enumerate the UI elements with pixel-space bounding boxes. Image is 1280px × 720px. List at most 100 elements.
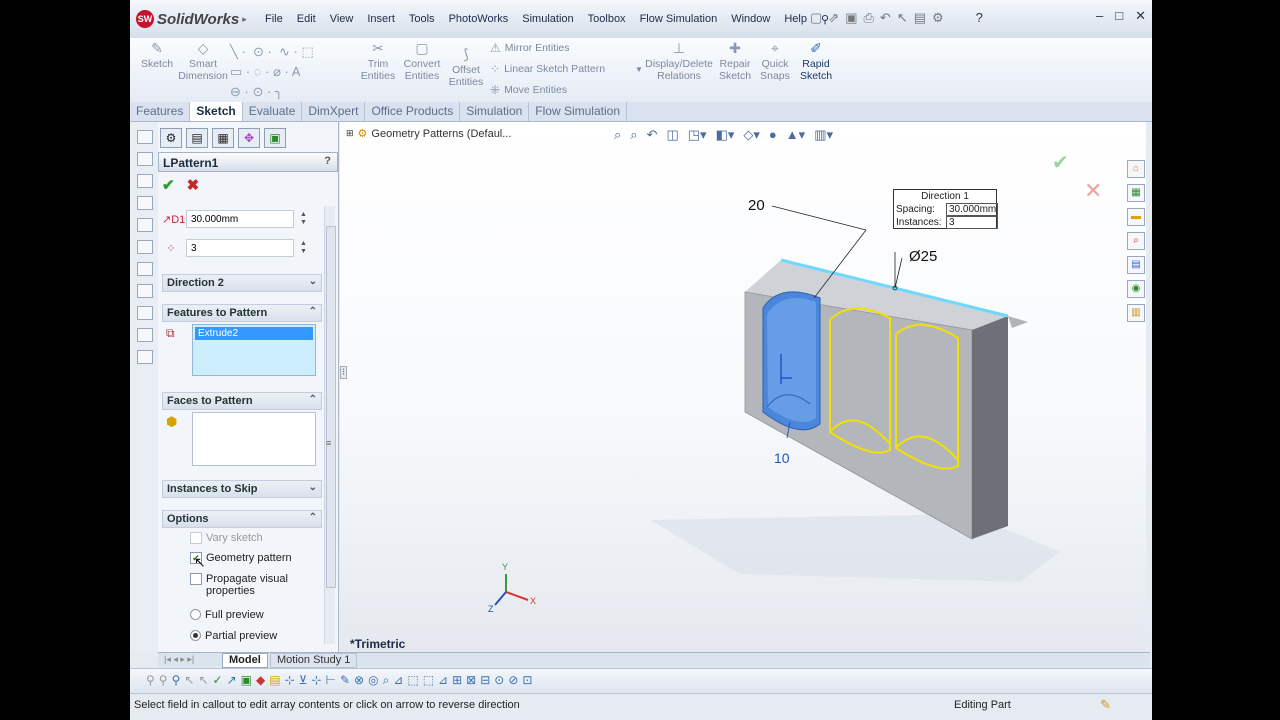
edit-filter-icon[interactable]: ⊡ [522,673,532,688]
tab-motion-study[interactable]: Motion Study 1 [270,653,358,668]
options-icon[interactable]: ⚙ [932,10,944,26]
search-icon[interactable]: ⌕ [1127,232,1145,250]
menu-window[interactable]: Window [724,13,777,26]
menu-flow-simulation[interactable]: Flow Simulation [633,13,725,26]
direction-arrow[interactable] [1008,316,1028,328]
select-filter-icon[interactable]: ⚲ [172,673,181,688]
design-library-icon[interactable]: ▦ [1127,184,1145,202]
sketch-entity-tools[interactable]: ╲ · ⊙ · ∿ · ⬚ ▭ · ◌ · ⌀ · A ⊖ · ⊙ · ╮ [230,42,350,99]
menu-photoworks[interactable]: PhotoWorks [442,13,516,26]
panel-collapse-handle-icon[interactable]: ⁝ [340,366,348,379]
close-icon[interactable]: ✕ [1135,8,1146,24]
convert-entities-button[interactable]: ▢ Convert Entities [400,40,444,82]
cancel-button[interactable]: ✖ [187,176,200,194]
configuration-manager-tab-icon[interactable]: ▦ [212,128,234,148]
instances-spinner[interactable]: ▲ ▼ [300,240,307,256]
options-header[interactable]: Options ⌃ [162,510,322,528]
help-button[interactable]: ? [324,155,331,167]
fillet-tool-icon[interactable] [137,262,153,276]
propagate-visual-option[interactable]: Propagate visual properties [190,573,288,597]
tab-dimxpert[interactable]: DimXpert [302,102,366,121]
tab-simulation[interactable]: Simulation [460,102,530,121]
maximize-icon[interactable]: □ [1115,8,1123,24]
trim-entities-button[interactable]: ✂ Trim Entities [358,40,398,82]
faces-list[interactable] [192,412,316,466]
help-icon[interactable]: ? [976,10,983,26]
offset-entities-button[interactable]: ⟆ Offset Entities [446,46,486,88]
new-document-icon[interactable]: ▢ [810,10,822,26]
rebuild-status-icon[interactable]: ✎ [1100,697,1111,713]
menu-simulation[interactable]: Simulation [515,13,580,26]
propagate-checkbox[interactable] [190,573,202,585]
pointer-icon[interactable]: ↖ [184,673,194,688]
graphics-area[interactable]: – ❐ ✕ ⊞ ⚙ Geometry Patterns (Defaul... ⌕… [340,122,1146,652]
ok-button[interactable]: ✔ [162,176,175,194]
home-icon[interactable]: ⌂ [1127,160,1145,178]
save-icon[interactable]: ▣ [845,10,857,26]
file-explorer-icon[interactable]: ▬ [1127,208,1145,226]
repair-sketch-button[interactable]: ✚ Repair Sketch [716,40,754,82]
rapid-sketch-button[interactable]: ✐ Rapid Sketch [796,40,836,82]
tab-evaluate[interactable]: Evaluate [243,102,303,121]
curve-filter-icon[interactable]: ◎ [368,673,378,688]
point-tool-icon[interactable] [137,240,153,254]
circle-tool-icon[interactable] [137,174,153,188]
block-filter-icon[interactable]: ⊞ [452,673,462,688]
linear-sketch-pattern-button[interactable]: ⁘ Linear Sketch Pattern ▼ [490,62,643,76]
full-preview-radio[interactable] [190,609,201,620]
menu-help[interactable]: Help [777,13,814,26]
display-manager-tab-icon[interactable]: ▣ [264,128,286,148]
line-tool-icon[interactable] [137,130,153,144]
appearances-icon[interactable]: ◉ [1127,280,1145,298]
tab-features[interactable]: Features [130,102,191,121]
move-entities-button[interactable]: ⁜ Move Entities [490,83,567,97]
edge-filter-icon[interactable]: ↗ [227,673,237,688]
vary-sketch-checkbox[interactable] [190,532,202,544]
face-filter-icon[interactable]: ▣ [241,673,252,688]
scrollbar-thumb[interactable] [326,226,336,588]
partial-preview-radio[interactable] [190,630,201,641]
display-delete-relations-button[interactable]: ⊥ Display/Delete Relations [642,40,716,82]
menu-edit[interactable]: Edit [290,13,323,26]
partial-preview-option[interactable]: Partial preview [190,630,277,642]
menu-tools[interactable]: Tools [402,13,442,26]
arc-tool-icon[interactable] [137,196,153,210]
select-all-icon[interactable]: ⊘ [508,673,518,688]
tab-model[interactable]: Model [222,653,268,668]
view-palette-icon[interactable]: ▤ [1127,256,1145,274]
instances-input[interactable] [186,239,294,257]
vary-sketch-option[interactable]: Vary sketch [190,532,263,544]
sketch-segment-icon[interactable]: ⊻ [299,673,308,688]
sketch-point-icon[interactable]: ⊹ [285,673,295,688]
list-item[interactable]: Extrude2 [195,327,313,340]
direction1-callout[interactable]: Direction 1 Spacing: 30.000mm Instances:… [893,189,998,229]
faces-to-pattern-header[interactable]: Faces to Pattern ⌃ [162,392,322,410]
dimension-10[interactable]: 10 [774,450,790,466]
instances-to-skip-header[interactable]: Instances to Skip ⌄ [162,480,322,498]
smart-dimension-button[interactable]: ◇ Smart Dimension [178,40,228,82]
chamfer-tool-icon[interactable] [137,284,153,298]
relation-tool-icon[interactable] [137,328,153,342]
mirror-entities-button[interactable]: ⚠ Mirror Entities [490,41,570,55]
tolerance-filter-icon[interactable]: ⊿ [393,673,403,688]
print-icon[interactable]: ⎙ [864,10,874,26]
surface-filter-icon[interactable]: ⊗ [354,673,364,688]
relations-toolbar-icons[interactable]: ⚲ ⚲ ⚲ ↖ ↖ ✓ ↗ ▣ ◆ ▤ ⊹ ⊻ ⊹ ⊢ ✎ ⊗ ◎ ⌕ ⊿ ⬚ … [146,673,532,688]
dimension-filter-icon[interactable]: ⊢ [325,673,335,688]
custom-properties-icon[interactable]: ▥ [1127,304,1145,322]
dimxpert-manager-tab-icon[interactable]: ✥ [238,128,260,148]
rectangle-tool-icon[interactable] [137,152,153,166]
tab-scroll-icon[interactable]: |◂ ◂ ▸ ▸| [158,653,200,666]
quick-snaps-button[interactable]: ⌖ Quick Snaps [758,40,792,82]
full-preview-option[interactable]: Full preview [190,609,264,621]
undo-icon[interactable]: ↶ [880,10,891,26]
open-icon[interactable]: ⇗ [828,10,839,26]
filter-icon[interactable]: ⚲ [146,673,155,688]
note-filter-icon[interactable]: ✎ [340,673,350,688]
spacing-spinner[interactable]: ▲ ▼ [300,211,307,227]
menu-view[interactable]: View [323,13,361,26]
rebuild-icon[interactable]: ▤ [914,10,926,26]
menu-insert[interactable]: Insert [360,13,402,26]
cosmetic-filter-icon[interactable]: ⊿ [438,673,448,688]
toggle-filter-icon[interactable]: ⊟ [480,673,490,688]
